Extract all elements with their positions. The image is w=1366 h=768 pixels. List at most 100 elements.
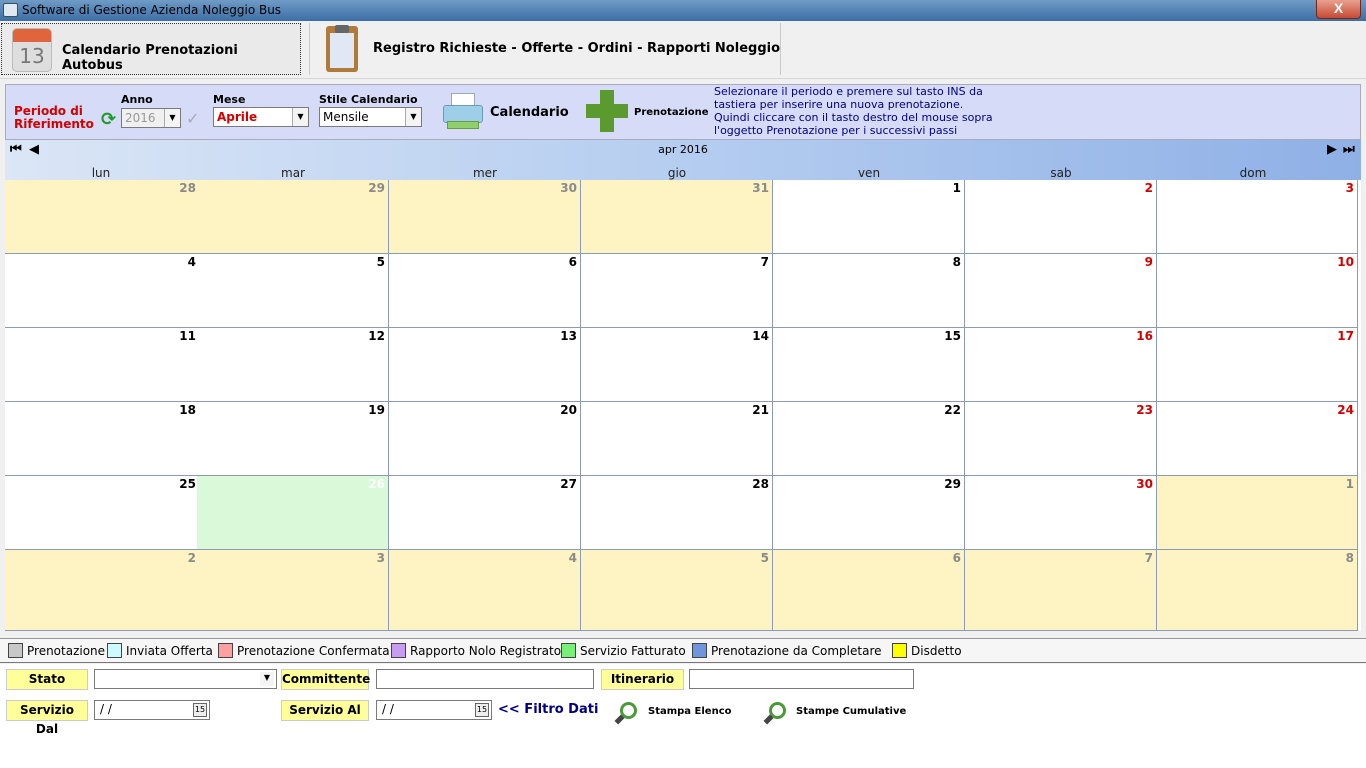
add-icon[interactable] [586, 90, 628, 132]
prenotazione-button[interactable]: Prenotazione [634, 107, 709, 118]
chevron-down-icon[interactable]: ▼ [292, 108, 308, 126]
day-cell[interactable]: 29 [197, 180, 389, 254]
day-number: 5 [760, 551, 769, 565]
day-cell[interactable]: 27 [389, 476, 581, 550]
month-label: apr 2016 [658, 143, 708, 156]
day-cell[interactable]: 7 [581, 254, 773, 328]
day-cell[interactable]: 14 [581, 328, 773, 402]
day-cell[interactable]: 5 [197, 254, 389, 328]
day-number: 3 [1345, 181, 1354, 195]
date-picker-icon[interactable]: 15 [193, 703, 207, 717]
day-cell[interactable]: 15 [773, 328, 965, 402]
calendario-print-button[interactable]: Calendario [490, 105, 569, 120]
day-cell[interactable]: 31 [581, 180, 773, 254]
app-icon [3, 3, 18, 17]
status-legend: Prenotazione Inviata Offerta Prenotazion… [0, 638, 1366, 663]
committente-label: Committente [281, 669, 370, 690]
day-cell[interactable]: 22 [773, 402, 965, 476]
servizio-dal-field[interactable]: / / 15 [94, 700, 210, 720]
day-number: 6 [952, 551, 961, 565]
day-number: 8 [952, 255, 961, 269]
close-button[interactable]: X [1316, 0, 1361, 19]
day-number: 23 [1136, 403, 1153, 417]
servizio-al-field[interactable]: / / 15 [376, 700, 492, 720]
day-cell[interactable]: 6 [773, 550, 965, 631]
day-number: 27 [560, 477, 577, 491]
day-cell[interactable]: 13 [389, 328, 581, 402]
day-cell[interactable]: 1 [773, 180, 965, 254]
day-cell[interactable]: 1 [1157, 476, 1358, 550]
mese-select[interactable]: Aprile ▼ [213, 107, 309, 127]
day-cell[interactable]: 28 [581, 476, 773, 550]
stile-select[interactable]: Mensile ▼ [319, 107, 422, 127]
day-cell[interactable]: 25 [5, 476, 200, 550]
chevron-down-icon[interactable]: ▼ [260, 672, 274, 686]
filtro-dati-link[interactable]: << Filtro Dati [498, 702, 598, 717]
day-number: 7 [760, 255, 769, 269]
servizio-al-label: Servizio Al [281, 700, 369, 721]
stampe-cumulative-button[interactable]: Stampe Cumulative [796, 706, 906, 717]
day-number: 15 [944, 329, 961, 343]
weekday-label: dom [1239, 166, 1267, 180]
next-month-icon[interactable]: ▶ [1327, 141, 1337, 157]
periodo-label: Periodo di Riferimento [14, 104, 94, 131]
day-cell[interactable]: 3 [1157, 180, 1358, 254]
day-cell[interactable]: 4 [389, 550, 581, 631]
day-number: 30 [560, 181, 577, 195]
search-icon[interactable] [613, 700, 639, 726]
committente-field[interactable] [376, 669, 594, 689]
printer-icon[interactable] [441, 91, 485, 133]
clipboard-icon [326, 25, 358, 72]
day-cell[interactable]: 8 [773, 254, 965, 328]
refresh-icon[interactable]: ⟳ [101, 109, 121, 129]
search-icon[interactable] [762, 700, 788, 726]
day-cell[interactable]: 29 [773, 476, 965, 550]
day-cell[interactable]: 16 [965, 328, 1157, 402]
day-cell[interactable]: 24 [1157, 402, 1358, 476]
legend-swatch [8, 643, 23, 658]
day-cell[interactable]: 11 [5, 328, 200, 402]
day-cell[interactable]: 2 [5, 550, 200, 631]
day-number: 1 [1345, 477, 1354, 491]
day-cell[interactable]: 28 [5, 180, 200, 254]
date-picker-icon[interactable]: 15 [475, 703, 489, 717]
calendar-icon: 13 [12, 28, 52, 72]
day-cell[interactable]: 7 [965, 550, 1157, 631]
stato-select[interactable]: ▼ [94, 669, 277, 689]
last-month-icon[interactable]: ⏭ [1343, 141, 1355, 157]
day-cell[interactable]: 9 [965, 254, 1157, 328]
tab-registro-richieste[interactable]: Registro Richieste - Offerte - Ordini - … [309, 23, 781, 75]
day-cell[interactable]: 30 [389, 180, 581, 254]
calendar-header: ⏮ ◀ apr 2016 ▶ ⏭ lun mar mer gio ven sab… [5, 140, 1361, 180]
day-cell[interactable]: 2 [965, 180, 1157, 254]
day-cell[interactable]: 10 [1157, 254, 1358, 328]
day-cell[interactable]: 8 [1157, 550, 1358, 631]
day-cell[interactable]: 3 [197, 550, 389, 631]
stampa-elenco-button[interactable]: Stampa Elenco [648, 706, 732, 717]
day-cell[interactable]: 19 [197, 402, 389, 476]
day-cell[interactable]: 12 [197, 328, 389, 402]
anno-select[interactable]: 2016 ▼ [121, 108, 181, 128]
day-cell[interactable]: 21 [581, 402, 773, 476]
tab-calendario-prenotazioni[interactable]: 13 Calendario Prenotazioni Autobus [1, 23, 301, 75]
day-cell[interactable]: 4 [5, 254, 200, 328]
day-cell[interactable]: 18 [5, 402, 200, 476]
day-cell[interactable]: 5 [581, 550, 773, 631]
itinerario-field[interactable] [689, 669, 914, 689]
chevron-down-icon[interactable]: ▼ [405, 108, 421, 126]
day-number: 2 [187, 551, 196, 565]
day-cell[interactable]: 17 [1157, 328, 1358, 402]
chevron-down-icon[interactable]: ▼ [164, 109, 180, 127]
weekday-label: mar [281, 166, 305, 180]
day-cell[interactable]: 20 [389, 402, 581, 476]
day-cell[interactable]: 23 [965, 402, 1157, 476]
legend-swatch [218, 643, 233, 658]
day-cell[interactable]: 30 [965, 476, 1157, 550]
mese-value: Aprile [217, 110, 258, 124]
info-line: Selezionare il periodo e premere sul tas… [714, 85, 983, 98]
check-icon[interactable]: ✓ [186, 109, 199, 129]
day-number: 20 [560, 403, 577, 417]
day-cell[interactable]: 6 [389, 254, 581, 328]
day-cell[interactable]: 26 [197, 476, 389, 550]
weekday-label: lun [91, 166, 111, 180]
